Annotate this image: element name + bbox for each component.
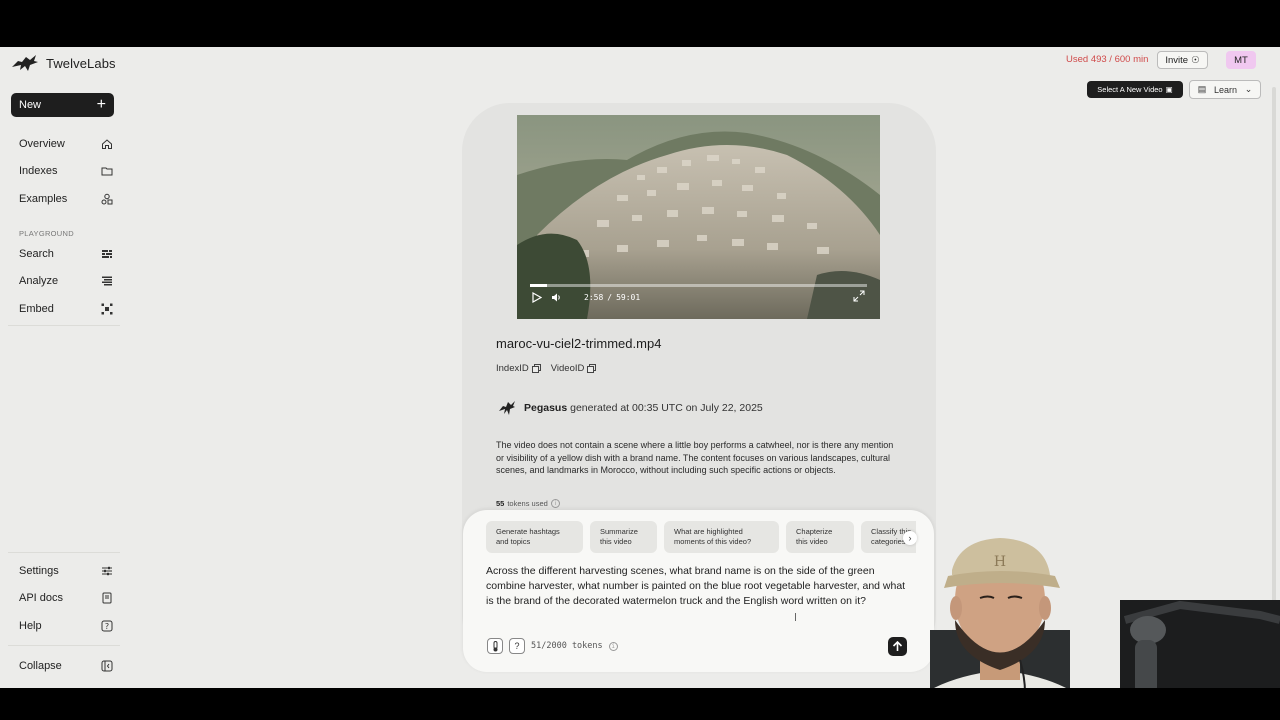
sidebar-item-embed[interactable]: Embed xyxy=(19,299,113,319)
tokens-count: 55 xyxy=(496,499,505,508)
suggestion-chip[interactable]: Chapterize this video xyxy=(786,521,854,553)
new-button[interactable]: New + xyxy=(11,93,114,117)
bottom-black-bar xyxy=(0,688,1280,720)
presenter-video: H xyxy=(900,538,1280,720)
generation-info: Pegasus generated at 00:35 UTC on July 2… xyxy=(498,400,763,416)
current-time: 2:58 xyxy=(584,292,604,302)
sidebar-item-settings[interactable]: Settings xyxy=(19,561,113,581)
avatar[interactable]: MT xyxy=(1226,51,1256,69)
chevron-down-icon: ⌄ xyxy=(1244,84,1253,94)
sidebar-divider xyxy=(8,645,120,646)
folder-icon xyxy=(101,167,113,176)
help-icon: ? xyxy=(101,620,113,632)
copy-index-id-button[interactable]: IndexID xyxy=(496,363,541,374)
sidebar-item-overview[interactable]: Overview xyxy=(19,134,113,154)
prompt-toolbar: ? 51/2000 tokens i xyxy=(487,638,618,654)
sidebar-item-label: Examples xyxy=(19,193,68,205)
brand-name: TwelveLabs xyxy=(46,55,116,71)
home-icon xyxy=(102,139,112,149)
learn-dropdown[interactable]: ▤ Learn ⌄ xyxy=(1189,80,1261,99)
sidebar-item-api-docs[interactable]: API docs xyxy=(19,588,113,608)
video-player[interactable] xyxy=(517,115,880,319)
info-icon[interactable]: i xyxy=(550,499,560,508)
copy-video-id-button[interactable]: VideoID xyxy=(551,363,597,374)
sliders-icon xyxy=(102,566,112,576)
search-sliders-icon xyxy=(102,250,112,258)
video-filename: maroc-vu-ciel2-trimmed.mp4 xyxy=(496,336,662,351)
video-progress-fill xyxy=(530,284,547,287)
new-button-label: New xyxy=(19,99,42,111)
suggestion-chip[interactable]: Summarize this video xyxy=(590,521,657,553)
tokens-used: 55 tokens used i xyxy=(496,499,560,508)
suggestion-chip[interactable]: Generate hashtags and topics xyxy=(486,521,583,553)
swap-icon: ▣ xyxy=(1165,85,1173,94)
book-icon xyxy=(102,592,112,604)
play-icon[interactable] xyxy=(531,291,542,303)
sidebar-divider xyxy=(8,325,120,326)
video-frame-thumbnail xyxy=(517,115,880,319)
info-icon[interactable]: i xyxy=(608,641,618,651)
sidebar-item-indexes[interactable]: Indexes xyxy=(19,161,113,181)
plus-icon: + xyxy=(96,96,106,113)
pegasus-logo-icon xyxy=(12,55,38,71)
brand-logo[interactable]: TwelveLabs xyxy=(10,53,116,73)
svg-text:H: H xyxy=(994,554,1006,570)
token-counter: 51/2000 tokens xyxy=(531,641,603,651)
sidebar-item-label: API docs xyxy=(19,592,64,604)
invite-label: Invite xyxy=(1165,54,1189,66)
shapes-icon xyxy=(101,193,113,205)
sidebar-item-search[interactable]: Search xyxy=(19,244,113,264)
tokens-used-label: tokens used xyxy=(507,499,548,508)
video-controls: 2:58 / 59:01 xyxy=(530,290,870,304)
sidebar-item-label: Help xyxy=(19,620,42,632)
sidebar-item-label: Embed xyxy=(19,303,54,315)
pegasus-icon xyxy=(499,401,515,415)
collapse-icon xyxy=(101,660,113,672)
video-ids: IndexID VideoID xyxy=(496,363,597,374)
collapse-label: Collapse xyxy=(19,660,62,672)
user-plus-icon: ☉ xyxy=(1191,54,1200,66)
sidebar-item-analyze[interactable]: Analyze xyxy=(19,271,113,291)
volume-icon[interactable] xyxy=(551,292,562,303)
fullscreen-icon[interactable] xyxy=(853,290,865,302)
sidebar-item-examples[interactable]: Examples xyxy=(19,189,113,209)
thermometer-icon xyxy=(493,640,497,651)
analyze-lines-icon xyxy=(102,276,112,286)
prompt-input[interactable]: Across the different harvesting scenes, … xyxy=(486,564,910,609)
help-button[interactable]: ? xyxy=(509,638,525,654)
select-video-label: Select A New Video xyxy=(1097,85,1163,94)
sidebar-item-label: Overview xyxy=(19,138,65,150)
text-cursor xyxy=(795,613,797,621)
webcam-overlay: H xyxy=(880,480,1280,720)
sidebar-item-label: Analyze xyxy=(19,275,59,287)
copy-icon xyxy=(587,364,597,373)
sidebar-item-label: Indexes xyxy=(19,165,58,177)
sidebar-item-help[interactable]: Help ? xyxy=(19,616,113,636)
playground-section-label: PLAYGROUND xyxy=(19,229,74,238)
invite-button[interactable]: Invite ☉ xyxy=(1157,51,1208,69)
analysis-response: The video does not contain a scene where… xyxy=(496,440,894,475)
sidebar-item-label: Search xyxy=(19,248,54,260)
duration: 59:01 xyxy=(616,292,641,302)
svg-text:?: ? xyxy=(105,622,109,631)
video-progress-bar[interactable] xyxy=(530,284,867,287)
suggestion-chip[interactable]: What are highlighted moments of this vid… xyxy=(664,521,779,553)
collapse-sidebar-button[interactable]: Collapse xyxy=(19,656,113,676)
generated-timestamp: generated at 00:35 UTC on July 22, 2025 xyxy=(570,402,763,414)
learn-label: Learn xyxy=(1213,84,1237,95)
model-name: Pegasus xyxy=(524,402,568,414)
select-new-video-button[interactable]: Select A New Video ▣ xyxy=(1087,81,1183,98)
embed-nodes-icon xyxy=(101,303,113,315)
video-id-label: VideoID xyxy=(550,363,585,374)
sidebar-divider xyxy=(8,552,120,553)
time-separator: / xyxy=(607,292,613,302)
sidebar-item-label: Settings xyxy=(19,565,59,577)
temperature-button[interactable] xyxy=(487,638,503,654)
document-icon: ▤ xyxy=(1197,84,1207,94)
copy-icon xyxy=(531,364,541,373)
usage-indicator: Used 493 / 600 min xyxy=(1066,54,1149,65)
suggestion-chips: Generate hashtags and topics Summarize t… xyxy=(486,521,916,555)
index-id-label: IndexID xyxy=(496,363,529,374)
